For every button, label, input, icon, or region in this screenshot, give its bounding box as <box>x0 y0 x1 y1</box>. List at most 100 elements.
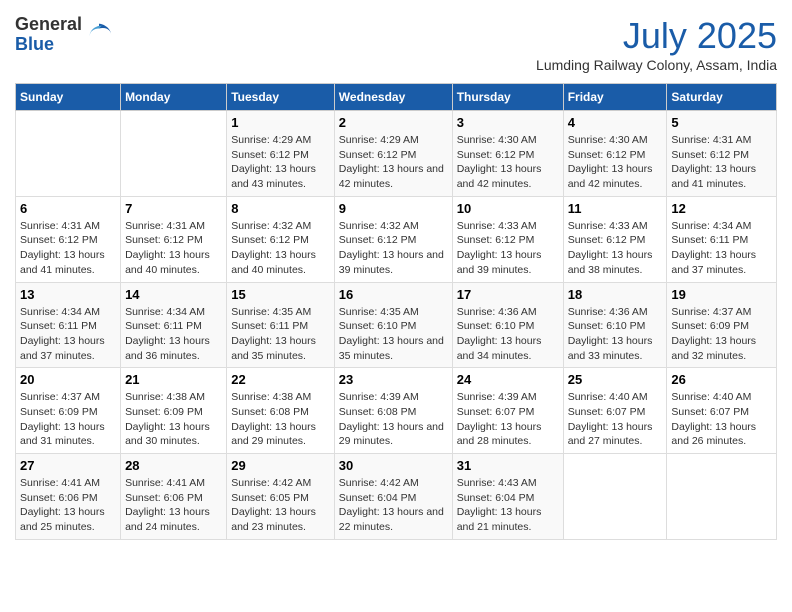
day-number: 23 <box>339 372 448 387</box>
calendar-header: Sunday Monday Tuesday Wednesday Thursday… <box>16 84 777 111</box>
day-number: 19 <box>671 287 772 302</box>
cell-w2-d3: 16 Sunrise: 4:35 AMSunset: 6:10 PMDayligh… <box>334 282 452 368</box>
cell-w2-d6: 19 Sunrise: 4:37 AMSunset: 6:09 PMDayligh… <box>667 282 777 368</box>
header-saturday: Saturday <box>667 84 777 111</box>
day-info: Sunrise: 4:35 AMSunset: 6:10 PMDaylight:… <box>339 305 448 364</box>
day-number: 2 <box>339 115 448 130</box>
cell-w3-d0: 20 Sunrise: 4:37 AMSunset: 6:09 PMDayligh… <box>16 368 121 454</box>
header-tuesday: Tuesday <box>227 84 335 111</box>
day-number: 16 <box>339 287 448 302</box>
day-number: 6 <box>20 201 116 216</box>
day-number: 15 <box>231 287 330 302</box>
calendar-body: 1Sunrise: 4:29 AMSunset: 6:12 PMDaylight… <box>16 111 777 540</box>
day-info: Sunrise: 4:29 AMSunset: 6:12 PMDaylight:… <box>339 133 448 192</box>
cell-w4-d6 <box>667 454 777 540</box>
cell-w3-d3: 23 Sunrise: 4:39 AMSunset: 6:08 PMDayligh… <box>334 368 452 454</box>
cell-w4-d0: 27Sunrise: 4:41 AMSunset: 6:06 PMDayligh… <box>16 454 121 540</box>
week-row-4: 27Sunrise: 4:41 AMSunset: 6:06 PMDayligh… <box>16 454 777 540</box>
day-number: 17 <box>457 287 559 302</box>
day-info: Sunrise: 4:38 AMSunset: 6:08 PMDaylight:… <box>231 390 330 449</box>
day-number: 30 <box>339 458 448 473</box>
cell-w1-d5: 11 Sunrise: 4:33 AMSunset: 6:12 PMDayligh… <box>563 196 667 282</box>
day-info: Sunrise: 4:41 AMSunset: 6:06 PMDaylight:… <box>20 476 116 535</box>
day-info: Sunrise: 4:31 AMSunset: 6:12 PMDaylight:… <box>125 219 222 278</box>
day-number: 5 <box>671 115 772 130</box>
cell-w3-d5: 25 Sunrise: 4:40 AMSunset: 6:07 PMDayligh… <box>563 368 667 454</box>
cell-w4-d4: 31Sunrise: 4:43 AMSunset: 6:04 PMDayligh… <box>452 454 563 540</box>
calendar-table: Sunday Monday Tuesday Wednesday Thursday… <box>15 83 777 540</box>
day-info: Sunrise: 4:37 AMSunset: 6:09 PMDaylight:… <box>20 390 116 449</box>
day-number: 28 <box>125 458 222 473</box>
header-sunday: Sunday <box>16 84 121 111</box>
day-info: Sunrise: 4:32 AMSunset: 6:12 PMDaylight:… <box>231 219 330 278</box>
day-info: Sunrise: 4:31 AMSunset: 6:12 PMDaylight:… <box>20 219 116 278</box>
day-number: 29 <box>231 458 330 473</box>
cell-w0-d4: 3 Sunrise: 4:30 AMSunset: 6:12 PMDaylight… <box>452 111 563 197</box>
day-number: 11 <box>568 201 663 216</box>
week-row-2: 13 Sunrise: 4:34 AMSunset: 6:11 PMDayligh… <box>16 282 777 368</box>
header-friday: Friday <box>563 84 667 111</box>
day-info: Sunrise: 4:31 AMSunset: 6:12 PMDaylight:… <box>671 133 772 192</box>
week-row-1: 6 Sunrise: 4:31 AMSunset: 6:12 PMDaylight… <box>16 196 777 282</box>
day-info: Sunrise: 4:40 AMSunset: 6:07 PMDaylight:… <box>671 390 772 449</box>
day-number: 21 <box>125 372 222 387</box>
cell-w1-d2: 8 Sunrise: 4:32 AMSunset: 6:12 PMDaylight… <box>227 196 335 282</box>
cell-w4-d1: 28 Sunrise: 4:41 AMSunset: 6:06 PMDayligh… <box>121 454 227 540</box>
cell-w0-d0 <box>16 111 121 197</box>
day-number: 25 <box>568 372 663 387</box>
day-number: 26 <box>671 372 772 387</box>
day-number: 24 <box>457 372 559 387</box>
cell-w4-d5 <box>563 454 667 540</box>
cell-w0-d6: 5 Sunrise: 4:31 AMSunset: 6:12 PMDaylight… <box>667 111 777 197</box>
day-info: Sunrise: 4:37 AMSunset: 6:09 PMDaylight:… <box>671 305 772 364</box>
cell-w3-d1: 21 Sunrise: 4:38 AMSunset: 6:09 PMDayligh… <box>121 368 227 454</box>
day-info: Sunrise: 4:41 AMSunset: 6:06 PMDaylight:… <box>125 476 222 535</box>
day-number: 12 <box>671 201 772 216</box>
day-info: Sunrise: 4:40 AMSunset: 6:07 PMDaylight:… <box>568 390 663 449</box>
day-number: 20 <box>20 372 116 387</box>
day-info: Sunrise: 4:34 AMSunset: 6:11 PMDaylight:… <box>20 305 116 364</box>
day-number: 8 <box>231 201 330 216</box>
day-number: 3 <box>457 115 559 130</box>
day-number: 4 <box>568 115 663 130</box>
cell-w3-d4: 24 Sunrise: 4:39 AMSunset: 6:07 PMDayligh… <box>452 368 563 454</box>
day-info: Sunrise: 4:38 AMSunset: 6:09 PMDaylight:… <box>125 390 222 449</box>
day-number: 13 <box>20 287 116 302</box>
cell-w2-d0: 13 Sunrise: 4:34 AMSunset: 6:11 PMDayligh… <box>16 282 121 368</box>
header-monday: Monday <box>121 84 227 111</box>
header-wednesday: Wednesday <box>334 84 452 111</box>
day-info: Sunrise: 4:34 AMSunset: 6:11 PMDaylight:… <box>125 305 222 364</box>
day-info: Sunrise: 4:30 AMSunset: 6:12 PMDaylight:… <box>568 133 663 192</box>
day-number: 18 <box>568 287 663 302</box>
header-thursday: Thursday <box>452 84 563 111</box>
cell-w0-d3: 2 Sunrise: 4:29 AMSunset: 6:12 PMDaylight… <box>334 111 452 197</box>
logo-icon <box>85 21 113 49</box>
day-number: 9 <box>339 201 448 216</box>
day-number: 14 <box>125 287 222 302</box>
cell-w2-d5: 18 Sunrise: 4:36 AMSunset: 6:10 PMDayligh… <box>563 282 667 368</box>
cell-w1-d4: 10Sunrise: 4:33 AMSunset: 6:12 PMDayligh… <box>452 196 563 282</box>
cell-w1-d1: 7Sunrise: 4:31 AMSunset: 6:12 PMDaylight… <box>121 196 227 282</box>
week-row-0: 1Sunrise: 4:29 AMSunset: 6:12 PMDaylight… <box>16 111 777 197</box>
day-info: Sunrise: 4:42 AMSunset: 6:04 PMDaylight:… <box>339 476 448 535</box>
cell-w3-d2: 22 Sunrise: 4:38 AMSunset: 6:08 PMDayligh… <box>227 368 335 454</box>
logo: General Blue <box>15 15 113 55</box>
cell-w4-d3: 30 Sunrise: 4:42 AMSunset: 6:04 PMDayligh… <box>334 454 452 540</box>
day-info: Sunrise: 4:33 AMSunset: 6:12 PMDaylight:… <box>457 219 559 278</box>
day-info: Sunrise: 4:43 AMSunset: 6:04 PMDaylight:… <box>457 476 559 535</box>
day-info: Sunrise: 4:36 AMSunset: 6:10 PMDaylight:… <box>568 305 663 364</box>
day-info: Sunrise: 4:39 AMSunset: 6:08 PMDaylight:… <box>339 390 448 449</box>
title-block: July 2025 Lumding Railway Colony, Assam,… <box>536 15 777 73</box>
day-number: 22 <box>231 372 330 387</box>
cell-w2-d1: 14 Sunrise: 4:34 AMSunset: 6:11 PMDayligh… <box>121 282 227 368</box>
location: Lumding Railway Colony, Assam, India <box>536 57 777 73</box>
cell-w0-d5: 4 Sunrise: 4:30 AMSunset: 6:12 PMDaylight… <box>563 111 667 197</box>
month-title: July 2025 <box>536 15 777 57</box>
day-info: Sunrise: 4:32 AMSunset: 6:12 PMDaylight:… <box>339 219 448 278</box>
day-info: Sunrise: 4:33 AMSunset: 6:12 PMDaylight:… <box>568 219 663 278</box>
day-info: Sunrise: 4:39 AMSunset: 6:07 PMDaylight:… <box>457 390 559 449</box>
day-info: Sunrise: 4:30 AMSunset: 6:12 PMDaylight:… <box>457 133 559 192</box>
header-row: Sunday Monday Tuesday Wednesday Thursday… <box>16 84 777 111</box>
day-info: Sunrise: 4:34 AMSunset: 6:11 PMDaylight:… <box>671 219 772 278</box>
cell-w0-d2: 1Sunrise: 4:29 AMSunset: 6:12 PMDaylight… <box>227 111 335 197</box>
